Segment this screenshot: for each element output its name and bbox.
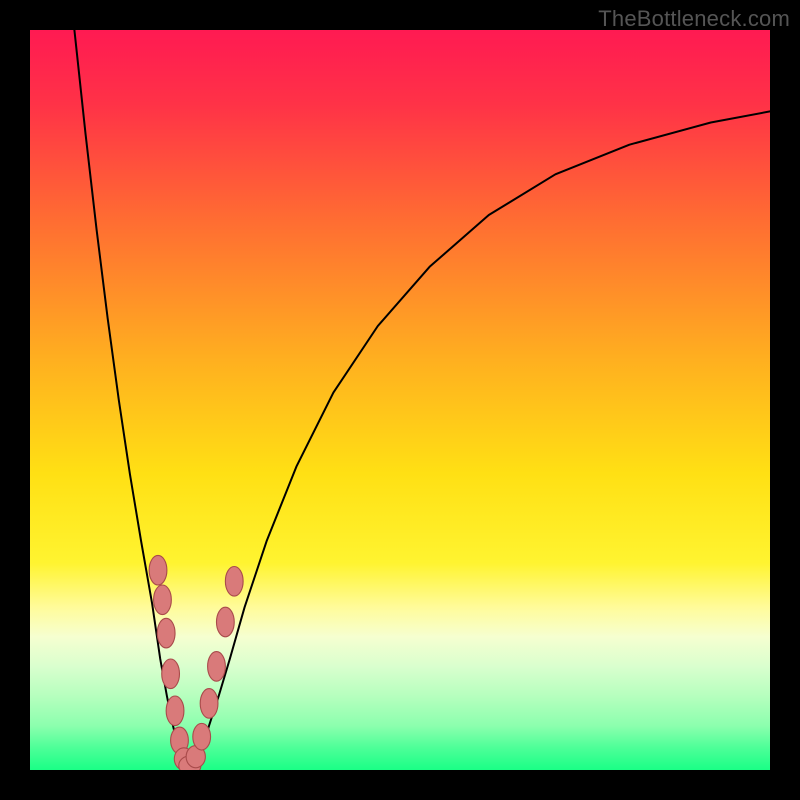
plot-area (30, 30, 770, 770)
marker-dot (225, 567, 243, 597)
marker-dot (157, 618, 175, 648)
marker-dot (166, 696, 184, 726)
markers-svg (30, 30, 770, 770)
outer-frame: TheBottleneck.com (0, 0, 800, 800)
marker-dot (208, 652, 226, 682)
marker-dot (162, 659, 180, 689)
marker-dot (149, 555, 167, 585)
marker-dot (216, 607, 234, 637)
marker-dot (193, 723, 211, 750)
marker-dot (200, 689, 218, 719)
watermark-text: TheBottleneck.com (598, 6, 790, 32)
marker-dot (154, 585, 172, 615)
